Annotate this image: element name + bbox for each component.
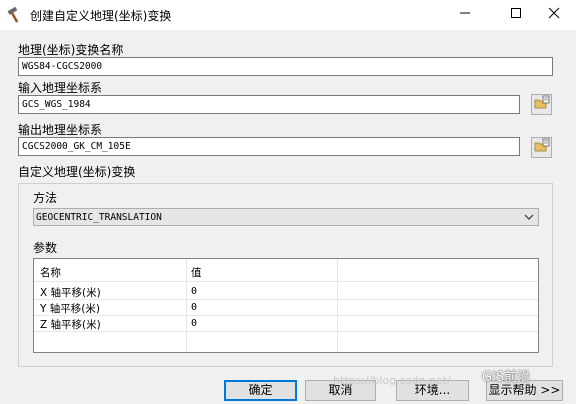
close-icon: [548, 7, 560, 19]
folder-properties-icon: [534, 95, 550, 114]
transformation-name-label: 地理(坐标)变换名称: [18, 43, 124, 57]
method-dropdown[interactable]: GEOCENTRIC_TRANSLATION: [33, 208, 539, 226]
output-gcs-label: 输出地理坐标系: [18, 123, 103, 137]
hammer-icon: [6, 6, 24, 24]
maximize-icon: [510, 7, 522, 19]
ok-button[interactable]: 确定: [224, 380, 297, 401]
watermark-wechat: GIS前沿: [482, 370, 531, 385]
transformation-name-input[interactable]: WGS84-CGCS2000: [18, 57, 553, 76]
title-bar: 创建自定义地理(坐标)变换: [0, 0, 576, 30]
parameters-label: 参数: [33, 241, 58, 255]
chevron-down-icon: [521, 209, 537, 225]
output-gcs-field[interactable]: CGCS2000_GK_CM_105E: [18, 137, 520, 156]
parameters-table: 名称 值 X 轴平移(米) 0 Y 轴平移(米) 0 Z 轴平移(米) 0: [33, 258, 539, 353]
row-value-cell[interactable]: 0: [191, 318, 197, 329]
custom-transformation-label: 自定义地理(坐标)变换: [18, 165, 136, 179]
input-gcs-browse-button[interactable]: [531, 94, 552, 115]
close-button[interactable]: [532, 0, 576, 26]
window-title: 创建自定义地理(坐标)变换: [30, 9, 172, 23]
folder-properties-icon: [534, 138, 550, 157]
method-label: 方法: [33, 191, 58, 205]
minimize-button[interactable]: [443, 0, 487, 26]
method-selected-value: GEOCENTRIC_TRANSLATION: [36, 212, 162, 223]
output-gcs-browse-button[interactable]: [531, 137, 552, 158]
row-name-cell: Y 轴平移(米): [40, 303, 100, 315]
column-header-name: 名称: [40, 267, 61, 279]
row-value-cell[interactable]: 0: [191, 286, 197, 297]
row-value-cell[interactable]: 0: [191, 302, 197, 313]
row-name-cell: X 轴平移(米): [40, 287, 101, 299]
column-header-value: 值: [191, 267, 202, 279]
row-name-cell: Z 轴平移(米): [40, 319, 101, 331]
watermark-url: https://blog.csdn.net/: [333, 374, 451, 387]
input-gcs-field[interactable]: GCS_WGS_1984: [18, 95, 520, 114]
minimize-icon: [459, 7, 471, 19]
input-gcs-label: 输入地理坐标系: [18, 81, 103, 95]
